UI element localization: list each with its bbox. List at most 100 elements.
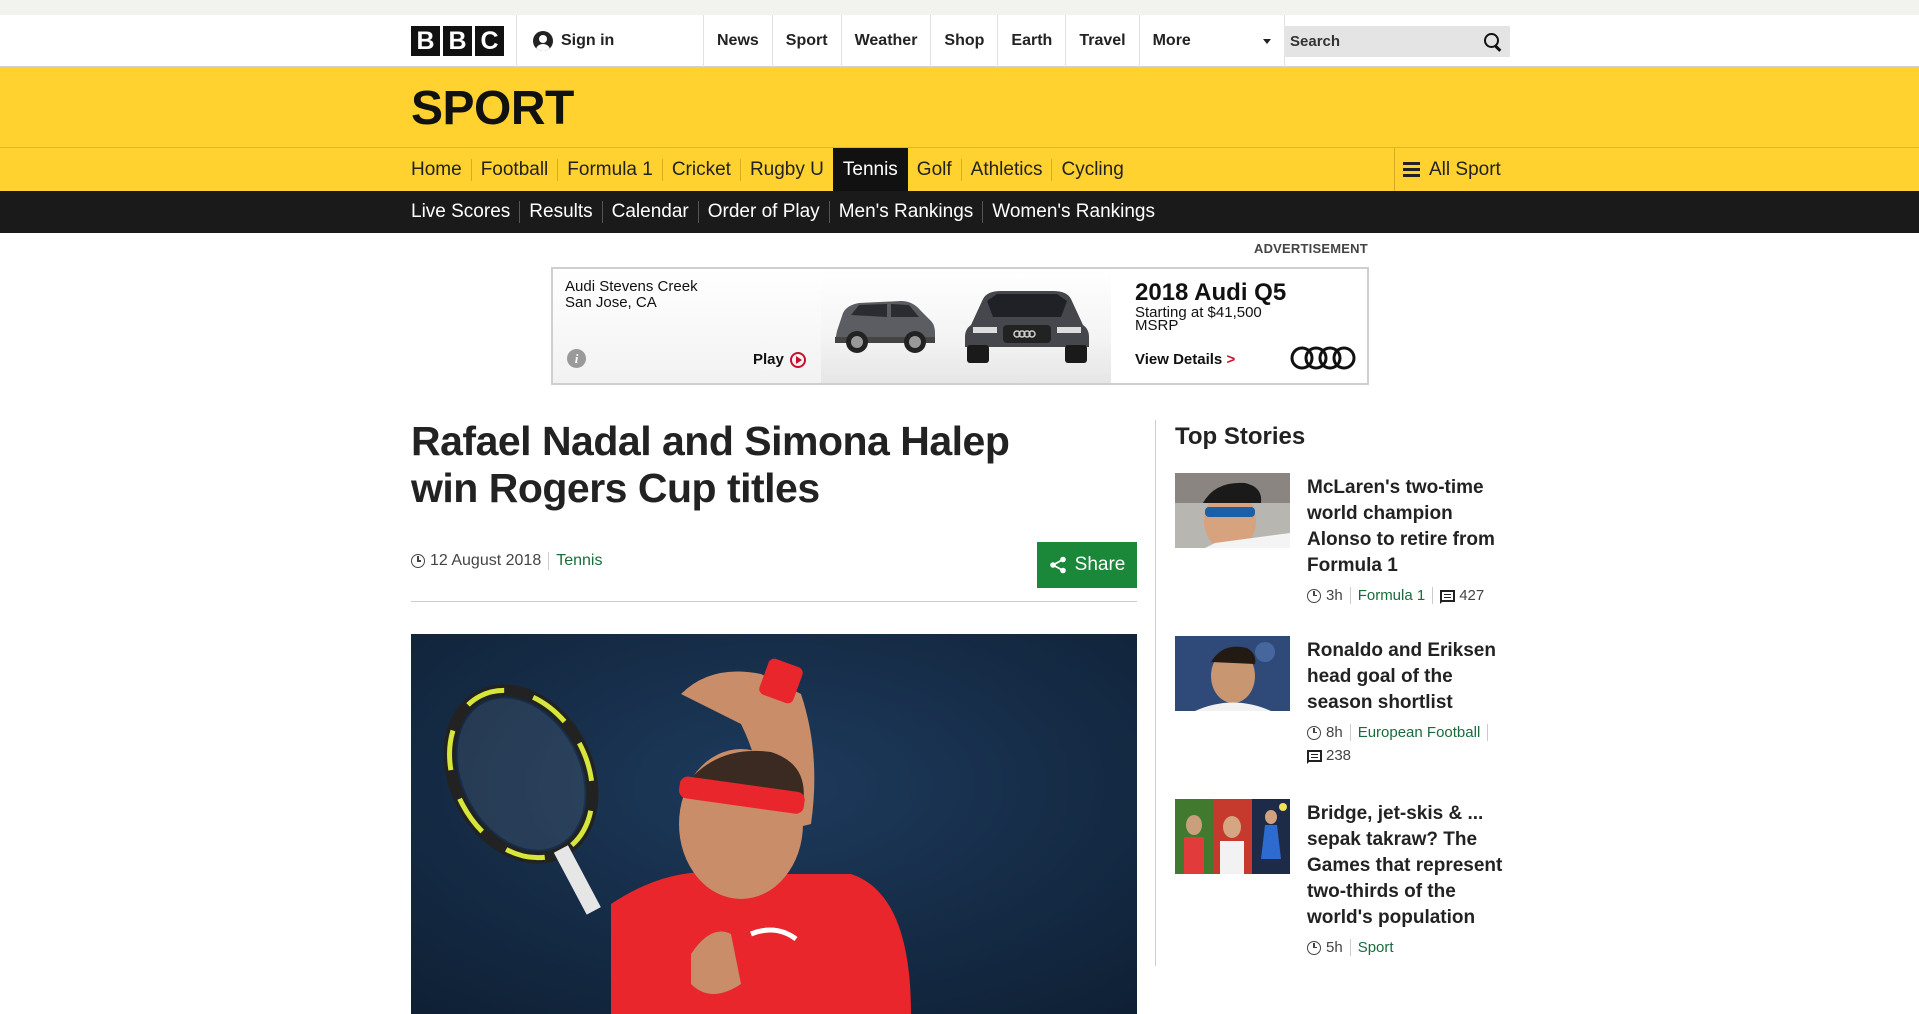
story-comments-link[interactable]: 427 [1433, 587, 1484, 604]
sport-title[interactable]: SPORT [411, 82, 574, 135]
sport-nav-athletics[interactable]: Athletics [960, 158, 1052, 181]
story-title[interactable]: McLaren's two-time world champion Alonso… [1307, 477, 1495, 576]
all-sport-button[interactable]: All Sport [1394, 148, 1510, 191]
global-nav-travel[interactable]: Travel [1065, 15, 1138, 67]
info-icon[interactable]: i [567, 349, 586, 368]
sub-nav-live-scores[interactable]: Live Scores [411, 201, 519, 223]
sub-nav-results[interactable]: Results [519, 201, 601, 223]
story-meta: 8h European Football 238 [1307, 724, 1512, 764]
ad-dealer-line-1: Audi Stevens Creek [565, 278, 698, 295]
sub-nav-calendar[interactable]: Calendar [601, 201, 698, 223]
article-byline: 12 August 2018 Tennis Share [411, 542, 1137, 602]
games-collage-image [1175, 799, 1290, 874]
chevron-right-icon: > [1226, 351, 1236, 368]
story-time-value: 3h [1326, 587, 1343, 604]
article-date: 12 August 2018 [430, 552, 550, 570]
top-stories-title: Top Stories [1175, 423, 1306, 450]
suv-side-image [835, 301, 935, 353]
share-label: Share [1074, 554, 1126, 575]
sub-nav-womens-rankings[interactable]: Women's Rankings [982, 201, 1164, 223]
sport-nav-football[interactable]: Football [470, 158, 558, 181]
user-icon [533, 31, 553, 51]
story-body: McLaren's two-time world champion Alonso… [1307, 475, 1512, 604]
global-nav-sport[interactable]: Sport [771, 15, 841, 67]
sport-nav: Home Football Formula 1 Cricket Rugby U … [0, 148, 1919, 191]
ad-view-details-label: View Details [1135, 351, 1223, 368]
story-thumbnail[interactable] [1175, 799, 1290, 874]
comment-icon [1440, 589, 1456, 604]
footballer-portrait-image [1175, 636, 1290, 711]
story-section-link[interactable]: Formula 1 [1351, 587, 1434, 604]
ad-play-button[interactable]: Play [753, 351, 806, 368]
top-stories-sidebar: Top Stories McLaren's two-time world cha… [1155, 420, 1525, 966]
global-nav-news[interactable]: News [703, 15, 772, 67]
ad-car-image [821, 269, 1111, 383]
story-meta: 5h Sport [1307, 939, 1512, 956]
audi-advertisement[interactable]: Audi Stevens Creek San Jose, CA i Play 2… [551, 267, 1369, 385]
sport-nav-rugby-u[interactable]: Rugby U [739, 158, 833, 181]
article: Rafael Nadal and Simona Halep win Rogers… [411, 418, 1137, 1014]
sport-nav-formula-1[interactable]: Formula 1 [557, 158, 662, 181]
ad-view-details-link[interactable]: View Details > [1135, 351, 1235, 368]
ad-offer-panel: 2018 Audi Q5 Starting at $41,500 MSRP Vi… [1135, 269, 1367, 383]
sub-nav-mens-rankings[interactable]: Men's Rankings [828, 201, 983, 223]
story-title[interactable]: Bridge, jet-skis & ... sepak takraw? The… [1307, 803, 1502, 928]
advertisement-label: ADVERTISEMENT [1254, 241, 1368, 256]
audi-logo [1290, 346, 1356, 370]
story-body: Ronaldo and Eriksen head goal of the sea… [1307, 638, 1512, 764]
search-icon[interactable] [1484, 32, 1502, 51]
story-meta: 3h Formula 1 427 [1307, 587, 1512, 604]
ad-dealer-line-2: San Jose, CA [565, 294, 657, 311]
clock-icon [411, 554, 425, 568]
article-hero-image [411, 634, 1137, 1014]
share-icon [1049, 556, 1066, 574]
all-sport-label: All Sport [1429, 158, 1501, 180]
story-time-value: 5h [1326, 939, 1343, 956]
sport-nav-cycling[interactable]: Cycling [1051, 158, 1132, 181]
tennis-player-photo [411, 634, 1137, 1014]
story-time-value: 8h [1326, 724, 1343, 741]
bbc-logo-letter: C [475, 26, 504, 56]
story-comment-count: 238 [1326, 747, 1352, 764]
sport-nav-tennis[interactable]: Tennis [832, 148, 908, 191]
clock-icon [1307, 940, 1321, 955]
story-body: Bridge, jet-skis & ... sepak takraw? The… [1307, 801, 1512, 956]
clock-icon [1307, 725, 1321, 740]
more-label: More [1152, 32, 1191, 49]
ad-play-label: Play [753, 351, 784, 368]
caret-down-icon [1262, 38, 1271, 44]
sport-nav-golf[interactable]: Golf [908, 159, 961, 181]
search-input[interactable]: Search [1284, 26, 1510, 57]
global-nav-weather[interactable]: Weather [840, 15, 931, 67]
story-comments-link[interactable]: 238 [1307, 747, 1351, 764]
global-nav-earth[interactable]: Earth [997, 15, 1065, 67]
suv-front-image [965, 291, 1089, 363]
sport-nav-home[interactable]: Home [411, 159, 471, 181]
sport-banner: SPORT [0, 67, 1919, 148]
story-time: 3h [1307, 587, 1351, 604]
story-section-link[interactable]: European Football [1351, 724, 1489, 741]
sign-in-link[interactable]: Sign in [516, 15, 708, 67]
search-placeholder: Search [1290, 33, 1341, 50]
sub-nav-order-of-play[interactable]: Order of Play [697, 201, 829, 223]
browser-top-strip [0, 0, 1919, 15]
bbc-logo-letter: B [443, 26, 472, 56]
comment-icon [1307, 749, 1322, 764]
story-section-link[interactable]: Sport [1351, 939, 1401, 956]
article-section-link[interactable]: Tennis [549, 552, 602, 570]
global-nav-more[interactable]: More [1138, 15, 1285, 67]
story-time: 8h [1307, 724, 1351, 741]
sport-nav-cricket[interactable]: Cricket [661, 158, 740, 181]
story-thumbnail[interactable] [1175, 473, 1290, 548]
driver-portrait-image [1175, 473, 1290, 548]
ad-dealer-panel: Audi Stevens Creek San Jose, CA i Play [553, 269, 823, 383]
global-nav-shop[interactable]: Shop [930, 15, 997, 67]
story-title[interactable]: Ronaldo and Eriksen head goal of the sea… [1307, 640, 1496, 713]
bbc-logo[interactable]: B B C [411, 26, 504, 56]
share-button[interactable]: Share [1037, 542, 1137, 588]
article-headline: Rafael Nadal and Simona Halep win Rogers… [411, 418, 1010, 511]
ad-dealer-name: Audi Stevens Creek San Jose, CA [565, 279, 698, 311]
story-time: 5h [1307, 939, 1351, 956]
play-icon [789, 351, 806, 368]
story-thumbnail[interactable] [1175, 636, 1290, 711]
